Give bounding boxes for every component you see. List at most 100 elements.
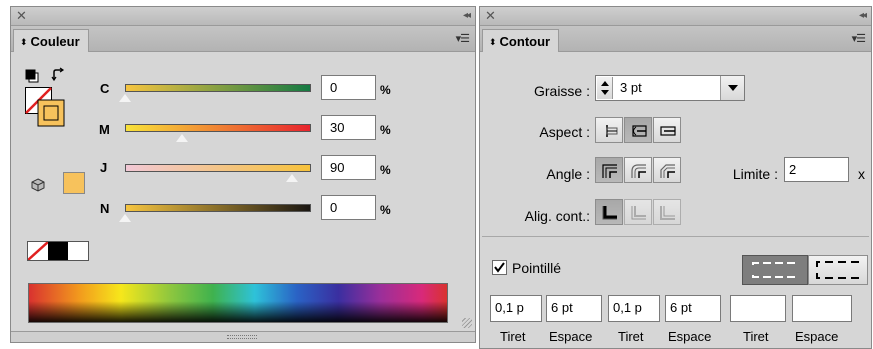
quick-swatches <box>27 241 89 261</box>
align-dash-button[interactable] <box>808 255 868 285</box>
checkmark-icon <box>494 262 505 273</box>
align-outside-icon <box>660 206 675 220</box>
align-inside-icon <box>631 206 646 220</box>
slider-track-m[interactable] <box>125 124 311 132</box>
round-cap-button[interactable] <box>624 117 652 143</box>
panel-bottom-strip <box>11 331 475 342</box>
miter-join-icon <box>602 164 617 178</box>
resize-handle-icon[interactable] <box>462 318 472 328</box>
close-icon[interactable]: ✕ <box>485 7 496 25</box>
slider-label-c: C <box>100 81 110 96</box>
collapse-icon[interactable]: ◂◂ <box>463 7 471 25</box>
cap-label: Aspect : <box>539 124 590 140</box>
value-field-n[interactable]: 0 <box>321 195 376 220</box>
black-swatch[interactable] <box>48 242 68 260</box>
dash-1-field[interactable]: 0,1 p <box>490 295 542 322</box>
tab-toggle-icon[interactable]: ⬍ <box>489 37 497 47</box>
limit-label: Limite : <box>732 166 778 182</box>
dash-1-label: Tiret <box>500 329 526 344</box>
limit-unit: x <box>858 166 865 182</box>
panel-menu-icon[interactable]: ▾☰ <box>456 32 470 45</box>
value-field-m[interactable]: 30 <box>321 115 376 140</box>
projecting-cap-icon <box>660 126 676 136</box>
projecting-cap-button[interactable] <box>653 117 681 143</box>
value-field-c[interactable]: 0 <box>321 75 376 100</box>
limit-field[interactable]: 2 <box>784 157 849 182</box>
swap-colors-icon[interactable] <box>51 67 67 83</box>
weight-label: Graisse : <box>533 83 590 99</box>
weight-dropdown[interactable] <box>720 76 744 100</box>
round-join-button[interactable] <box>624 157 652 183</box>
weight-value[interactable]: 3 pt <box>620 80 642 95</box>
weight-combo: 3 pt <box>595 75 745 101</box>
grip-handle-icon[interactable] <box>227 335 257 339</box>
round-cap-icon <box>632 125 647 137</box>
unit-m: % <box>380 123 391 137</box>
dash-3-field[interactable] <box>730 295 786 322</box>
colour-panel: ✕ ◂◂ ⬍ Couleur ▾☰ C 0 % M 30 % J 90 % N … <box>10 6 476 343</box>
tab-contour-label: Contour <box>499 34 551 49</box>
slider-thumb-j[interactable] <box>285 173 299 183</box>
dash-3-label: Tiret <box>743 329 769 344</box>
slider-label-n: N <box>100 201 110 216</box>
dashed-checkbox[interactable] <box>492 260 507 275</box>
none-swatch-icon[interactable] <box>28 242 48 260</box>
butt-cap-icon <box>606 125 618 137</box>
dash-2-field[interactable]: 0,1 p <box>608 295 660 322</box>
fill-stroke-swatch[interactable] <box>25 87 65 127</box>
separator <box>482 236 869 237</box>
align-outside-button[interactable] <box>653 199 681 225</box>
out-of-gamut-cube-icon[interactable] <box>31 178 45 192</box>
align-inside-button[interactable] <box>624 199 652 225</box>
gap-2-label: Espace <box>668 329 712 344</box>
miter-join-button[interactable] <box>595 157 623 183</box>
slider-thumb-n[interactable] <box>118 213 132 223</box>
none-stroke-swatch-icon[interactable] <box>25 87 65 127</box>
slider-label-m: M <box>99 122 110 137</box>
tab-toggle-icon[interactable]: ⬍ <box>20 37 28 47</box>
slider-track-j[interactable] <box>125 164 311 172</box>
slider-thumb-c[interactable] <box>118 93 132 103</box>
gap-2-field[interactable]: 6 pt <box>665 295 721 322</box>
gap-3-label: Espace <box>795 329 839 344</box>
align-label: Alig. cont.: <box>524 208 590 224</box>
panel-menu-icon[interactable]: ▾☰ <box>852 32 866 45</box>
corner-label: Angle : <box>546 166 590 182</box>
dashed-label: Pointillé <box>512 260 562 276</box>
default-colors-icon[interactable] <box>25 69 39 83</box>
gap-1-field[interactable]: 6 pt <box>546 295 602 322</box>
bevel-join-icon <box>660 164 675 178</box>
chevron-down-icon[interactable] <box>721 76 745 100</box>
unit-j: % <box>380 163 391 177</box>
closest-color-swatch[interactable] <box>63 172 85 194</box>
slider-thumb-m[interactable] <box>175 133 189 143</box>
weight-stepper[interactable] <box>597 77 613 99</box>
align-center-button[interactable] <box>595 199 623 225</box>
stroke-tab-row: ⬍ Contour ▾☰ <box>480 26 871 52</box>
dash-align-corners-icon <box>816 261 860 279</box>
white-swatch[interactable] <box>68 242 88 260</box>
stroke-panel: ✕ ◂◂ ⬍ Contour ▾☰ Graisse : 3 pt Aspect :… <box>479 6 872 349</box>
colour-panel-titlebar: ✕ ◂◂ <box>11 7 475 26</box>
collapse-icon[interactable]: ◂◂ <box>859 7 867 25</box>
align-center-icon <box>602 206 617 220</box>
bevel-join-button[interactable] <box>653 157 681 183</box>
unit-n: % <box>380 203 391 217</box>
round-join-icon <box>631 164 646 178</box>
tab-couleur-label: Couleur <box>30 34 80 49</box>
slider-track-c[interactable] <box>125 84 311 92</box>
tab-couleur[interactable]: ⬍ Couleur <box>13 29 89 52</box>
stepper-arrows-icon[interactable] <box>597 77 613 99</box>
gap-3-field[interactable] <box>792 295 852 322</box>
butt-cap-button[interactable] <box>595 117 623 143</box>
close-icon[interactable]: ✕ <box>16 7 27 25</box>
unit-c: % <box>380 83 391 97</box>
slider-track-n[interactable] <box>125 204 311 212</box>
value-field-j[interactable]: 90 <box>321 155 376 180</box>
colour-tab-row: ⬍ Couleur ▾☰ <box>11 26 475 52</box>
preserve-dash-button[interactable] <box>742 255 808 285</box>
stroke-panel-titlebar: ✕ ◂◂ <box>480 7 871 26</box>
tab-contour[interactable]: ⬍ Contour <box>482 29 560 52</box>
gap-1-label: Espace <box>549 329 593 344</box>
color-spectrum[interactable] <box>28 283 448 323</box>
